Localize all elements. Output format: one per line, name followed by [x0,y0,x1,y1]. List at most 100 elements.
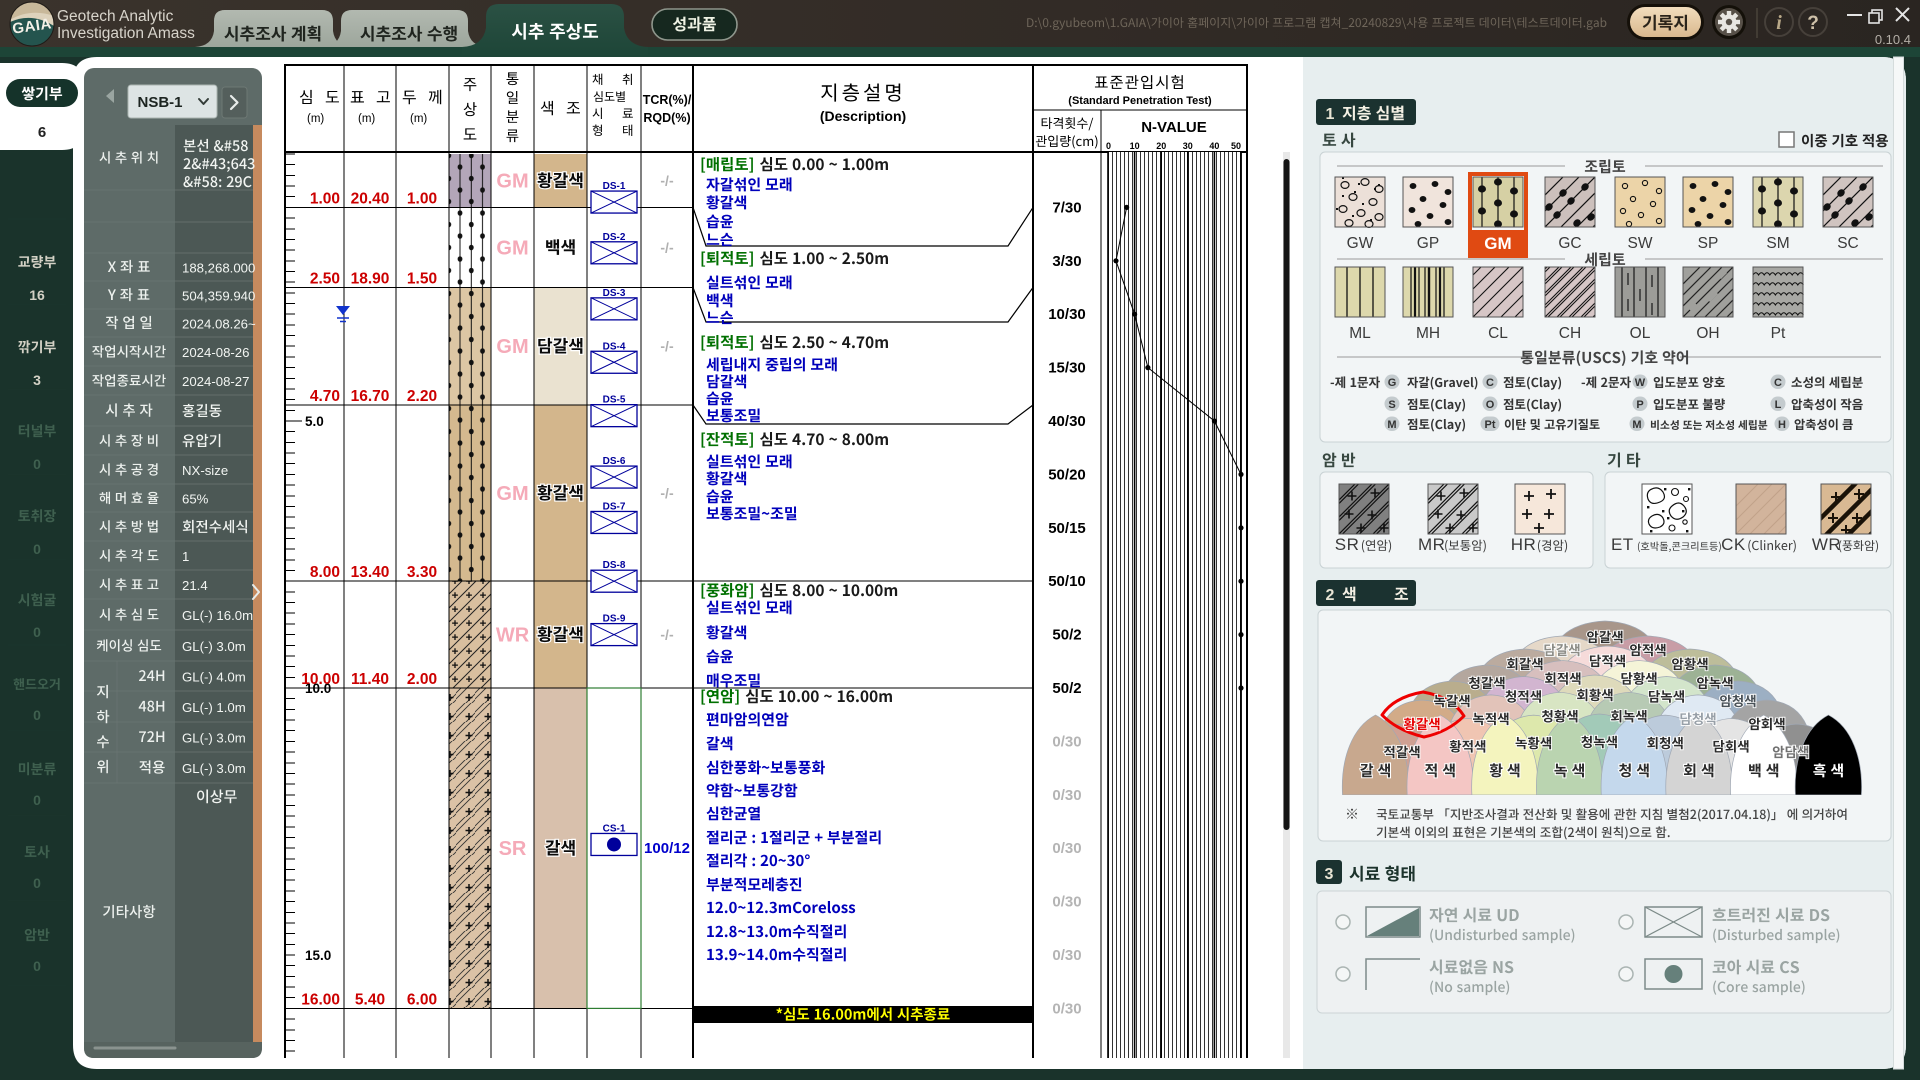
svg-text:16.70: 16.70 [351,388,390,405]
svg-text:GL(-) 3.0m: GL(-) 3.0m [182,731,246,746]
svg-text:CL: CL [1488,325,1508,342]
svg-text:SM: SM [1766,235,1789,252]
svg-text:0: 0 [33,792,41,808]
svg-text:CH: CH [1559,325,1581,342]
svg-text:2.20: 2.20 [407,388,437,405]
svg-text:OH: OH [1696,325,1719,342]
svg-text:Pt: Pt [1485,419,1496,431]
svg-text:?: ? [1807,13,1819,34]
svg-text:S: S [1388,399,1395,411]
svg-text:M: M [1387,419,1396,431]
svg-text:RQD(%): RQD(%) [643,111,690,125]
svg-text:0/30: 0/30 [1052,947,1081,964]
svg-text:MH: MH [1416,325,1440,342]
svg-text:GL(-) 1.0m: GL(-) 1.0m [182,700,246,715]
svg-text:1.00: 1.00 [407,190,437,207]
svg-text:15.0: 15.0 [305,948,331,963]
svg-text:Geotech Analytic: Geotech Analytic [57,8,174,25]
svg-text:GM: GM [496,171,528,193]
svg-text:5.0: 5.0 [305,414,324,429]
svg-text:65%: 65% [182,492,209,507]
svg-text:M: M [1632,419,1641,431]
svg-text:-/-: -/- [660,338,674,354]
svg-text:GP: GP [1417,235,1439,252]
svg-text:GL(-) 4.0m: GL(-) 4.0m [182,670,246,685]
svg-text:TCR(%)/: TCR(%)/ [643,93,692,107]
svg-text:GM: GM [496,237,528,259]
svg-text:0: 0 [33,541,41,557]
svg-text:2.50: 2.50 [310,271,340,288]
svg-text:GM: GM [496,483,528,505]
svg-text:CS-1: CS-1 [603,823,626,834]
svg-text:C: C [1774,377,1782,389]
svg-text:O: O [1486,399,1495,411]
svg-text:ET: ET [1611,535,1634,554]
svg-text:10: 10 [1130,141,1140,151]
svg-text:G: G [1388,377,1397,389]
svg-text:W: W [1635,377,1646,389]
svg-text:5.40: 5.40 [355,991,385,1008]
svg-text:21.4: 21.4 [182,578,208,593]
svg-text:P: P [1636,399,1643,411]
svg-text:GW: GW [1347,235,1374,252]
svg-text:0: 0 [33,624,41,640]
svg-text:SR: SR [499,838,527,860]
svg-text:SW: SW [1628,235,1653,252]
svg-text:50/15: 50/15 [1048,520,1086,537]
svg-text:1: 1 [182,549,189,564]
svg-text:WR: WR [496,625,530,647]
svg-text:3: 3 [1325,866,1334,883]
svg-text:2024-08-26: 2024-08-26 [182,345,249,360]
svg-text:3/30: 3/30 [1052,253,1081,270]
svg-text:40/30: 40/30 [1048,413,1086,430]
svg-text:8.00: 8.00 [310,564,340,581]
svg-text:HR: HR [1511,535,1537,554]
svg-text:H: H [1778,419,1786,431]
svg-text:-/-: -/- [660,485,674,501]
svg-text:GM: GM [496,336,528,358]
svg-text:100/12: 100/12 [644,840,690,857]
svg-text:2: 2 [1326,587,1335,604]
svg-text:1.50: 1.50 [407,271,437,288]
svg-text:3: 3 [33,372,41,388]
svg-text:0/30: 0/30 [1052,894,1081,911]
svg-text:504,359.940: 504,359.940 [182,289,255,304]
svg-text:50/2: 50/2 [1052,680,1081,697]
svg-text:0.10.4: 0.10.4 [1875,32,1911,47]
svg-text:(Description): (Description) [820,108,906,124]
svg-text:(Standard Penetration Test): (Standard Penetration Test) [1068,95,1212,107]
svg-text:18.90: 18.90 [351,271,390,288]
svg-text:0: 0 [33,875,41,891]
svg-text:L: L [1775,399,1782,411]
svg-text:2024-08-27: 2024-08-27 [182,374,249,389]
svg-text:50/20: 50/20 [1048,466,1086,483]
svg-text:N-VALUE: N-VALUE [1141,119,1207,136]
svg-text:10/30: 10/30 [1048,306,1086,323]
svg-text:SC: SC [1837,235,1859,252]
svg-text:0: 0 [33,958,41,974]
svg-text:MR: MR [1418,535,1445,554]
svg-text:0/30: 0/30 [1052,787,1081,804]
svg-text:0/30: 0/30 [1052,733,1081,750]
svg-text:C: C [1486,377,1494,389]
svg-text:NX-size: NX-size [182,463,228,478]
svg-text:SR: SR [1335,535,1360,554]
svg-text:Investigation Amass: Investigation Amass [57,25,195,42]
svg-text:DS-8: DS-8 [603,560,626,571]
svg-text:16.00: 16.00 [301,991,340,1008]
svg-text:10.00: 10.00 [301,671,340,688]
svg-text:GL(-) 3.0m: GL(-) 3.0m [182,761,246,776]
svg-text:6.00: 6.00 [407,991,437,1008]
svg-text:1.00: 1.00 [310,190,340,207]
svg-text:GL(-) 3.0m: GL(-) 3.0m [182,639,246,654]
svg-text:(m): (m) [307,113,324,125]
svg-text:(m): (m) [410,113,427,125]
svg-text:GC: GC [1558,235,1581,252]
svg-text:DS-7: DS-7 [603,501,626,512]
svg-text:11.40: 11.40 [351,671,389,688]
svg-text:0: 0 [33,707,41,723]
svg-text:13.40: 13.40 [351,564,390,581]
svg-text:0/30: 0/30 [1052,1000,1081,1017]
svg-text:NSB-1: NSB-1 [137,94,182,111]
svg-text:(m): (m) [358,113,375,125]
